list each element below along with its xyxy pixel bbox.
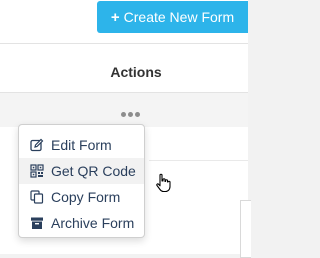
table-row — [0, 93, 248, 127]
menu-item-label: Copy Form — [51, 189, 121, 205]
archive-icon — [30, 216, 44, 230]
hand-pointer-cursor-icon — [156, 173, 171, 193]
header-divider — [0, 43, 248, 44]
more-actions-icon[interactable] — [121, 112, 140, 117]
plus-icon: + — [110, 8, 120, 26]
menu-item-label: Archive Form — [51, 215, 135, 231]
menu-item-label: Get QR Code — [51, 163, 136, 179]
forms-panel: + Create New Form Actions Edit Form Get … — [0, 0, 251, 258]
row-divider — [149, 160, 248, 161]
qr-code-icon — [30, 164, 44, 178]
menu-item-edit-form[interactable]: Edit Form — [19, 132, 144, 158]
menu-item-get-qr-code[interactable]: Get QR Code — [19, 158, 144, 184]
copy-icon — [30, 190, 44, 204]
create-new-form-label: Create New Form — [123, 9, 235, 25]
menu-item-label: Edit Form — [51, 137, 112, 153]
create-new-form-button[interactable]: + Create New Form — [97, 1, 248, 33]
menu-item-copy-form[interactable]: Copy Form — [19, 184, 144, 210]
next-row-card — [240, 200, 251, 258]
actions-column-header: Actions — [110, 64, 162, 80]
menu-item-archive-form[interactable]: Archive Form — [19, 210, 144, 236]
edit-icon — [30, 138, 44, 152]
actions-dropdown-menu: Edit Form Get QR Code Copy Form Archive … — [18, 124, 145, 238]
